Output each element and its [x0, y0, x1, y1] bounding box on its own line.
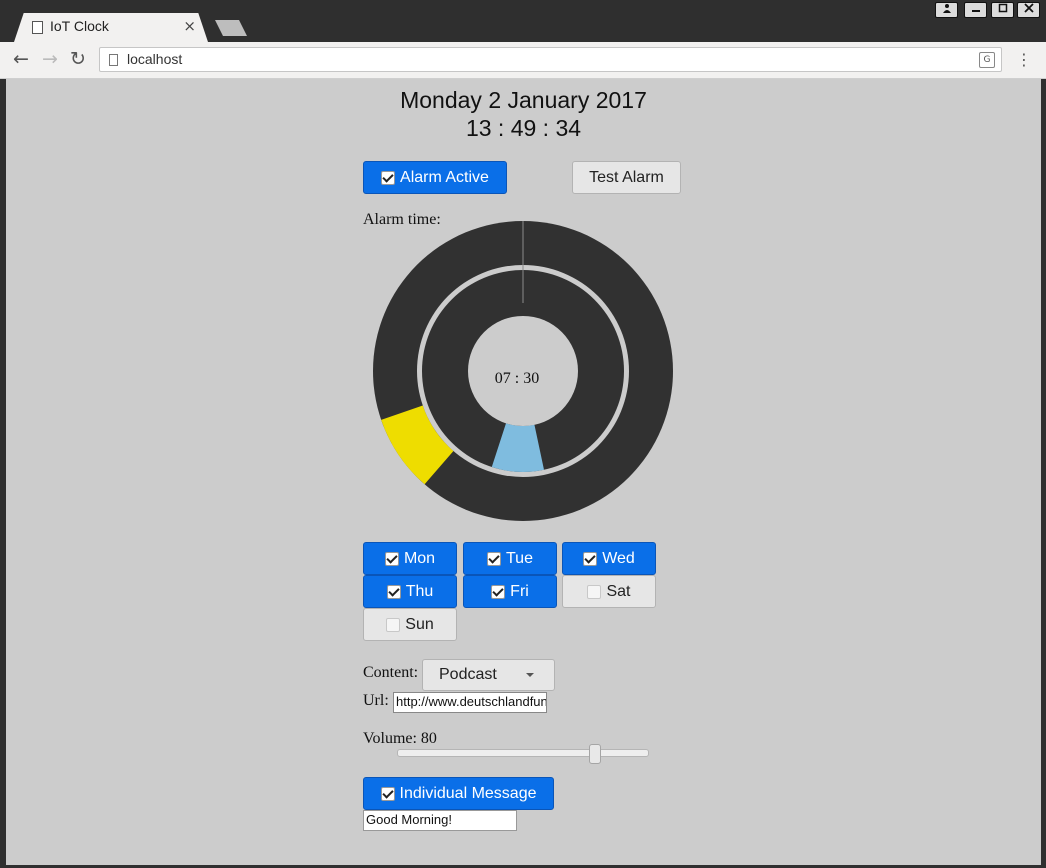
current-time: 13 : 49 : 34	[465, 115, 582, 141]
day-toggle-tue[interactable]: Tue	[463, 542, 557, 575]
volume-slider[interactable]	[397, 749, 649, 757]
day-label: Mon	[403, 549, 436, 567]
alarm-active-checkbox[interactable]	[381, 170, 396, 185]
alarm-dial[interactable]: 07 : 30	[372, 220, 674, 522]
day-toggle-sun[interactable]: Sun	[363, 608, 457, 641]
test-alarm-button[interactable]: Test Alarm	[572, 161, 681, 194]
url-label: Url:	[363, 692, 389, 709]
maximize-icon[interactable]	[991, 2, 1014, 18]
day-label: Wed	[602, 549, 635, 567]
day-label: Thu	[405, 582, 434, 600]
day-toggle-fri[interactable]: Fri	[463, 575, 557, 608]
user-profile-icon[interactable]	[935, 2, 958, 18]
day-toggle-wed[interactable]: Wed	[562, 542, 656, 575]
page-viewport: Monday 2 January 2017 13 : 49 : 34 Alarm…	[6, 79, 1041, 865]
day-label: Tue	[506, 549, 533, 567]
address-bar[interactable]: localhost G	[99, 47, 1002, 72]
day-checkbox[interactable]	[583, 551, 598, 566]
minimize-icon[interactable]	[964, 2, 987, 18]
test-alarm-label: Test Alarm	[589, 168, 664, 186]
tab-title: IoT Clock	[50, 18, 109, 34]
browser-menu-icon[interactable]: ⋮	[1016, 50, 1032, 69]
alarm-active-toggle[interactable]: Alarm Active	[363, 161, 507, 194]
page-icon	[32, 21, 43, 34]
address-url: localhost	[127, 51, 183, 67]
day-checkbox[interactable]	[386, 617, 401, 632]
chevron-down-icon	[526, 673, 534, 677]
window-titlebar: IoT Clock ×	[0, 0, 1046, 42]
page-info-icon[interactable]	[109, 54, 118, 66]
content-select[interactable]: Podcast	[422, 659, 555, 691]
day-label: Sun	[405, 615, 434, 633]
content-selected-value: Podcast	[439, 666, 497, 683]
url-input[interactable]: http://www.deutschlandfun	[393, 692, 547, 713]
alarm-time-display: 07 : 30	[495, 370, 539, 387]
current-date: Monday 2 January 2017	[400, 87, 647, 113]
translate-icon[interactable]: G	[979, 52, 995, 68]
individual-message-toggle[interactable]: Individual Message	[363, 777, 554, 810]
reload-icon[interactable]: ↻	[70, 48, 86, 70]
individual-message-label: Individual Message	[399, 784, 537, 802]
day-label: Fri	[510, 582, 529, 600]
browser-tab[interactable]: IoT Clock ×	[14, 13, 208, 42]
day-toggle-mon[interactable]: Mon	[363, 542, 457, 575]
day-checkbox[interactable]	[491, 584, 506, 599]
day-checkbox[interactable]	[487, 551, 501, 566]
new-tab-button[interactable]	[215, 20, 247, 36]
day-checkbox[interactable]	[386, 584, 401, 599]
forward-arrow-icon[interactable]: →	[42, 48, 58, 70]
day-checkbox[interactable]	[587, 584, 602, 599]
message-input[interactable]: Good Morning!	[363, 810, 517, 831]
close-window-icon[interactable]	[1017, 2, 1040, 18]
individual-message-checkbox[interactable]	[380, 786, 395, 801]
day-toggle-sat[interactable]: Sat	[562, 575, 656, 608]
day-toggle-thu[interactable]: Thu	[363, 575, 457, 608]
tab-close-icon[interactable]: ×	[183, 17, 196, 35]
browser-toolbar: ← → ↻ localhost G ⋮	[0, 42, 1046, 79]
back-arrow-icon[interactable]: ←	[13, 48, 29, 70]
content-label: Content:	[363, 664, 419, 681]
volume-label: Volume: 80	[363, 730, 437, 747]
day-label: Sat	[606, 582, 631, 600]
alarm-active-label: Alarm Active	[400, 168, 489, 186]
day-checkbox[interactable]	[384, 551, 399, 566]
volume-slider-thumb[interactable]	[589, 744, 601, 764]
